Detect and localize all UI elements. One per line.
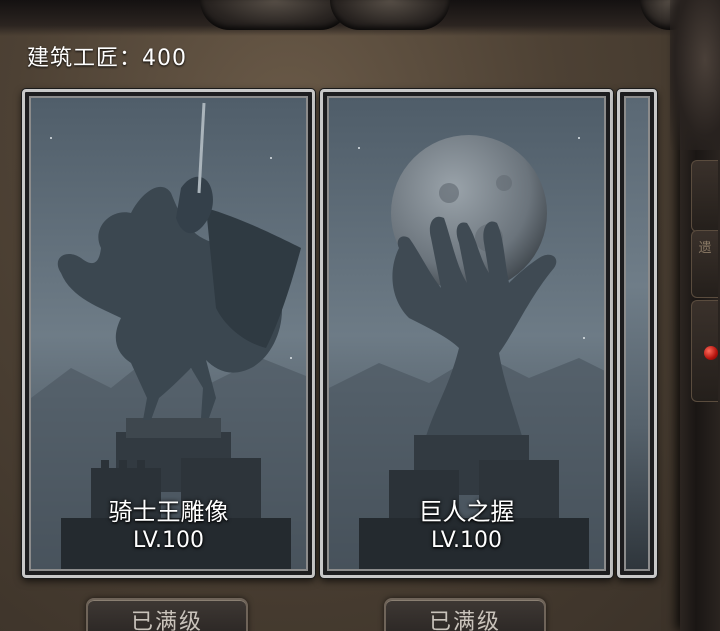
side-tab-relic[interactable]: 遗 (691, 230, 718, 298)
building-card-giant-grip[interactable]: 巨人之握 LV.100 (320, 89, 613, 578)
game-screen: 建筑工匠：400 骑士王雕像 LV.100 巨人之握 LV.100 已满级 已满… (0, 0, 720, 631)
card-art-frame (624, 96, 650, 571)
building-level: LV.100 (132, 528, 205, 553)
max-level-button[interactable]: 已满级 (384, 598, 546, 631)
card-art-frame: 骑士王雕像 LV.100 (29, 96, 308, 571)
notification-dot (704, 346, 718, 360)
frame-ornament (200, 0, 350, 30)
frame-ornament (330, 0, 450, 30)
top-ornate-frame (0, 0, 720, 36)
builder-count-label: 建筑工匠：400 (27, 46, 187, 71)
card-art-frame: 巨人之握 LV.100 (327, 96, 606, 571)
max-level-button[interactable]: 已满级 (86, 598, 248, 631)
right-side-frame: 遗 (670, 0, 720, 631)
building-level: LV.100 (430, 528, 503, 553)
side-tab[interactable] (691, 160, 718, 232)
building-card-partial[interactable] (617, 89, 657, 578)
building-name: 骑士王雕像 (108, 498, 229, 526)
frame-ornament (670, 0, 720, 150)
building-name: 巨人之握 (418, 498, 515, 526)
building-card-knight-statue[interactable]: 骑士王雕像 LV.100 (22, 89, 315, 578)
